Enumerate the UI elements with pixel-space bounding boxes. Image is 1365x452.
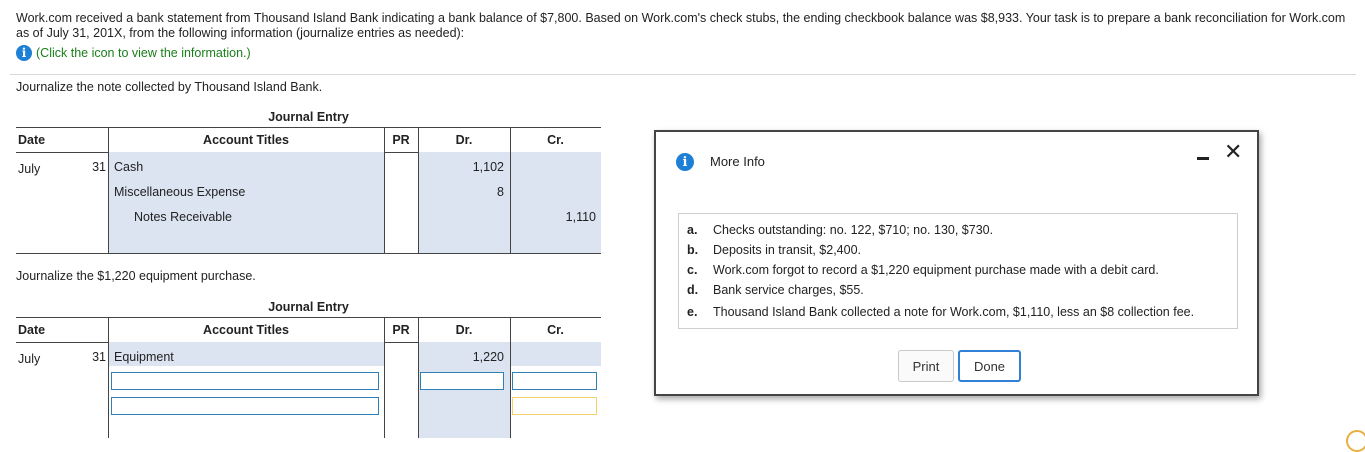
divider — [10, 74, 1356, 75]
journal-entry-title: Journal Entry — [268, 110, 349, 124]
list-item: a. Checks outstanding: no. 122, $710; no… — [687, 223, 993, 237]
credit-input[interactable] — [512, 372, 597, 390]
header-dr: Dr. — [455, 323, 473, 337]
header-date: Date — [18, 323, 46, 337]
info-icon: i — [676, 153, 694, 171]
info-icon[interactable]: i — [16, 45, 32, 61]
item-letter: e. — [687, 305, 698, 319]
item-text: Deposits in transit, $2,400. — [713, 243, 861, 257]
done-button[interactable]: Done — [958, 350, 1021, 382]
item-letter: a. — [687, 223, 698, 237]
debit-cell[interactable]: 8 — [420, 185, 504, 199]
entry-date-month: July — [18, 162, 41, 176]
question-2-prompt: Journalize the $1,220 equipment purchase… — [16, 269, 256, 283]
debit-input[interactable] — [420, 372, 504, 390]
dialog-title: More Info — [710, 154, 765, 169]
header-pr: PR — [392, 323, 410, 337]
account-cell[interactable]: Equipment — [114, 350, 174, 364]
item-text: Work.com forgot to record a $1,220 equip… — [713, 263, 1159, 277]
account-input[interactable] — [111, 372, 379, 390]
header-date: Date — [18, 133, 46, 147]
account-cell[interactable]: Cash — [114, 160, 143, 174]
help-icon[interactable] — [1346, 430, 1365, 452]
journal-entry-header: Date Account Titles PR Dr. Cr. — [16, 127, 601, 153]
account-cell[interactable]: Notes Receivable — [134, 210, 232, 224]
list-item: c. Work.com forgot to record a $1,220 eq… — [687, 263, 1159, 277]
account-input[interactable] — [111, 397, 379, 415]
header-account-titles: Account Titles — [203, 323, 289, 337]
journal-entry-title: Journal Entry — [268, 300, 349, 314]
debit-cell[interactable]: 1,220 — [420, 350, 504, 364]
entry-date-day: 31 — [92, 160, 106, 174]
entry-date-day: 31 — [92, 350, 106, 364]
header-pr: PR — [392, 133, 410, 147]
list-item: e. Thousand Island Bank collected a note… — [687, 305, 1194, 319]
question-1-prompt: Journalize the note collected by Thousan… — [16, 80, 323, 94]
header-cr: Cr. — [547, 323, 564, 337]
item-text: Bank service charges, $55. — [713, 283, 864, 297]
item-letter: d. — [687, 283, 699, 297]
print-button[interactable]: Print — [898, 350, 954, 382]
problem-intro: Work.com received a bank statement from … — [16, 11, 1346, 40]
info-link[interactable]: i (Click the icon to view the informatio… — [16, 45, 251, 61]
list-item: d. Bank service charges, $55. — [687, 283, 864, 297]
list-item: b. Deposits in transit, $2,400. — [687, 243, 861, 257]
credit-cell[interactable]: 1,110 — [512, 210, 596, 224]
info-link-label[interactable]: (Click the icon to view the information.… — [36, 46, 251, 60]
item-text: Checks outstanding: no. 122, $710; no. 1… — [713, 223, 994, 237]
account-cell[interactable]: Miscellaneous Expense — [114, 185, 245, 199]
header-cr: Cr. — [547, 133, 564, 147]
debit-cell[interactable]: 1,102 — [420, 160, 504, 174]
minimize-icon[interactable] — [1197, 148, 1211, 162]
journal-entry-1: Journal Entry Date Account Titles PR Dr.… — [16, 110, 601, 260]
item-text: Thousand Island Bank collected a note fo… — [713, 305, 1195, 319]
entry-date-month: July — [18, 352, 41, 366]
item-letter: b. — [687, 243, 699, 257]
more-info-dialog: i More Info ✕ a. Checks outstanding: no.… — [654, 130, 1259, 396]
header-dr: Dr. — [455, 133, 473, 147]
dialog-header: i More Info ✕ — [656, 132, 1257, 192]
close-icon[interactable]: ✕ — [1224, 142, 1242, 164]
info-list: a. Checks outstanding: no. 122, $710; no… — [678, 213, 1238, 329]
journal-entry-2: Journal Entry Date Account Titles PR Dr.… — [16, 300, 601, 438]
journal-entry-header: Date Account Titles PR Dr. Cr. — [16, 317, 601, 343]
credit-input[interactable] — [512, 397, 597, 415]
item-letter: c. — [687, 263, 698, 277]
header-account-titles: Account Titles — [203, 133, 289, 147]
